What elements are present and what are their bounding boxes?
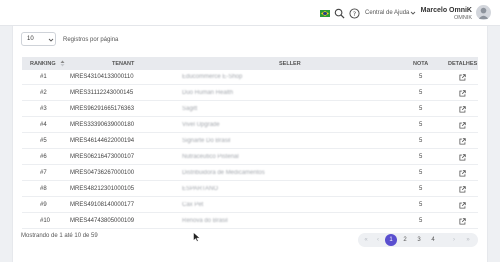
tenant-cell: MRES43104133000110 (70, 74, 134, 80)
nota-cell: 5 (419, 106, 423, 112)
external-link-icon[interactable] (459, 186, 466, 193)
search-icon[interactable] (334, 8, 345, 19)
table-header: RANKING TENANT SELLER NOTA DETALHES (22, 57, 478, 70)
top-bar: ? Central de Ajuda Marcelo OmniK OMNIK (0, 0, 500, 26)
column-nota: NOTA (413, 61, 429, 67)
tenant-cell: MRES06216473000107 (70, 154, 135, 160)
page-button-3[interactable]: 3 (413, 234, 425, 246)
first-page-button[interactable]: « (360, 234, 372, 246)
rank-cell: #6 (40, 154, 47, 160)
page-button-4[interactable]: 4 (427, 234, 439, 246)
chevron-down-icon[interactable] (410, 10, 416, 16)
seller-cell: Vivel Upgrade (182, 122, 220, 128)
svg-text:?: ? (353, 10, 356, 18)
nota-cell: 5 (419, 186, 423, 192)
sort-icon[interactable] (60, 60, 65, 67)
user-org: OMNIK (453, 15, 472, 21)
avatar-icon[interactable] (476, 5, 491, 20)
pagination: « ‹ 1 2 3 4 › » (358, 233, 478, 247)
page-size-value: 10 (27, 36, 34, 42)
seller-cell: Duo Human Health (182, 90, 234, 96)
column-ranking[interactable]: RANKING (30, 61, 56, 67)
table-row: #6 MRES06216473000107 Nutraceutico Pistena… (22, 150, 478, 165)
external-link-icon[interactable] (459, 218, 466, 225)
rank-cell: #3 (40, 106, 47, 112)
external-link-icon[interactable] (459, 170, 466, 177)
brazil-flag-icon[interactable] (320, 10, 330, 17)
seller-cell: ESPARTANO (182, 186, 219, 192)
results-count: Mostrando de 1 até 10 de 59 (21, 233, 98, 239)
seller-cell: Renova do Brasil (182, 218, 228, 224)
chevron-down-icon (48, 38, 54, 42)
rank-cell: #10 (40, 218, 51, 224)
tenant-cell: MRES48212301000105 (70, 186, 135, 192)
help-center-link[interactable]: Central de Ajuda (365, 10, 409, 16)
seller-cell: Nutraceutico Pistenal (182, 154, 239, 160)
table-row: #4 MRES33390639000180 Vivel Upgrade 5 (22, 118, 478, 133)
prev-page-button[interactable]: ‹ (372, 234, 384, 246)
tenant-cell: MRES04736267000100 (70, 170, 135, 176)
rank-cell: #9 (40, 202, 47, 208)
table-row: #5 MRES46144622000194 Signarte Do Brasil 5 (22, 134, 478, 149)
rank-cell: #4 (40, 122, 47, 128)
external-link-icon[interactable] (459, 106, 466, 113)
table-row: #10 MRES44743805000109 Renova do Brasil 5 (22, 214, 478, 229)
nota-cell: 5 (419, 90, 423, 96)
external-link-icon[interactable] (459, 154, 466, 161)
rank-cell: #2 (40, 90, 47, 96)
external-link-icon[interactable] (459, 90, 466, 97)
seller-cell: Distribuidora de Medicamentos (182, 170, 265, 176)
help-icon[interactable]: ? (349, 8, 360, 19)
column-detalhes: DETALHES (448, 61, 478, 67)
seller-cell: Cax Pet (182, 202, 204, 208)
page-button-1[interactable]: 1 (385, 234, 397, 246)
rank-cell: #7 (40, 170, 47, 176)
rank-cell: #8 (40, 186, 47, 192)
tenant-cell: MRES44743805000109 (70, 218, 135, 224)
tenant-cell: MRES33390639000180 (70, 122, 135, 128)
tenant-cell: MRES31112243000145 (70, 90, 134, 96)
nota-cell: 5 (419, 154, 423, 160)
nota-cell: 5 (419, 138, 423, 144)
rank-cell: #5 (40, 138, 47, 144)
tenant-cell: MRES49108140000177 (70, 202, 135, 208)
external-link-icon[interactable] (459, 138, 466, 145)
tenant-cell: MRES46144622000194 (70, 138, 135, 144)
seller-cell: Signarte Do Brasil (182, 138, 231, 144)
table-row: #1 MRES43104133000110 Educommerce E-Shop 5 (22, 70, 478, 85)
nota-cell: 5 (419, 202, 423, 208)
nota-cell: 5 (419, 122, 423, 128)
page-size-select[interactable]: 10 (21, 32, 56, 46)
table-row: #2 MRES31112243000145 Duo Human Health 5 (22, 86, 478, 101)
external-link-icon[interactable] (459, 202, 466, 209)
table-row: #8 MRES48212301000105 ESPARTANO 5 (22, 182, 478, 197)
page-button-2[interactable]: 2 (399, 234, 411, 246)
external-link-icon[interactable] (459, 122, 466, 129)
nota-cell: 5 (419, 74, 423, 80)
mouse-cursor-icon (193, 232, 201, 242)
column-tenant: TENANT (112, 61, 135, 67)
seller-cell: Sagitt (182, 106, 198, 112)
rank-cell: #1 (40, 74, 47, 80)
column-seller: SELLER (279, 61, 301, 67)
nota-cell: 5 (419, 170, 423, 176)
last-page-button[interactable]: » (462, 234, 474, 246)
table-row: #3 MRES96291665176363 Sagitt 5 (22, 102, 478, 117)
table-row: #7 MRES04736267000100 Distribuidora de Med… (22, 166, 478, 181)
external-link-icon[interactable] (459, 74, 466, 81)
seller-cell: Educommerce E-Shop (182, 74, 243, 80)
user-name: Marcelo OmniK (420, 7, 472, 14)
page-size-label: Registros por página (63, 37, 119, 43)
tenant-cell: MRES96291665176363 (70, 106, 135, 112)
next-page-button[interactable]: › (448, 234, 460, 246)
nota-cell: 5 (419, 218, 423, 224)
table-row: #9 MRES49108140000177 Cax Pet 5 (22, 198, 478, 213)
